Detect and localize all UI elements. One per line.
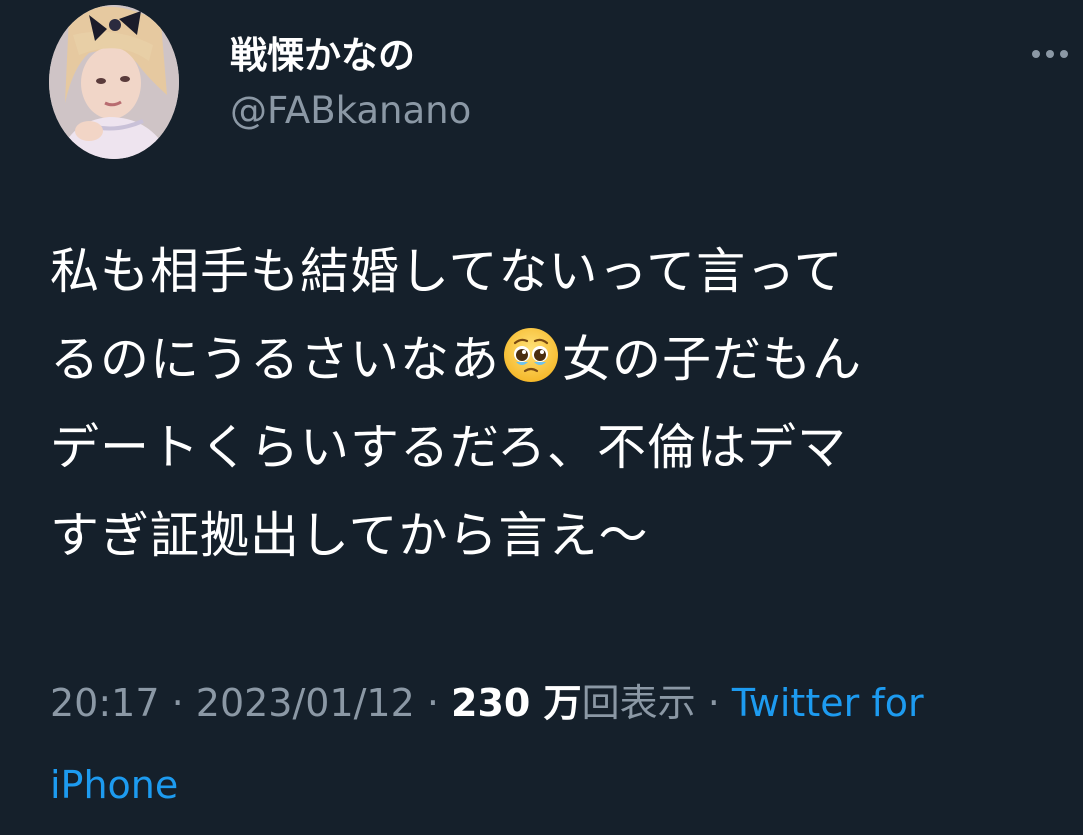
tweet-meta: 20:17 · 2023/01/12 · 230 万回表示 · Twitter … [50,662,1030,826]
display-name[interactable]: 戦慄かなの [230,32,415,80]
avatar[interactable] [49,5,179,159]
meta-separator: · [695,681,732,725]
tweet-text-segment: るのにうるさいなあ [50,331,501,388]
tweet-text-line: 私も相手も結婚してないって言って [50,243,844,300]
tweet-detail: 戦慄かなの @FABkanano 私も相手も結婚してないって言って るのにうるさ… [0,0,1083,835]
views-label: 回表示 [581,681,696,725]
tweet-text-segment: 女の子だもん [562,331,863,388]
tweet-text: 私も相手も結婚してないって言って るのにうるさいなあ 女の子だもん デートくらい… [50,228,1050,580]
tweet-time[interactable]: 20:17 [50,681,160,725]
user-handle[interactable]: @FABkanano [230,86,471,136]
views-count[interactable]: 230 万 [451,681,582,725]
more-horizontal-icon[interactable] [1026,40,1074,68]
pleading-face-emoji-icon [502,324,560,382]
tweet-text-line: デートくらいするだろ、不倫はデマ [50,419,848,476]
meta-separator: · [414,681,452,725]
tweet-date[interactable]: 2023/01/12 [196,681,415,725]
meta-separator: · [159,681,196,725]
tweet-text-line: すぎ証拠出してから言え〜 [50,507,649,564]
tweet-text-line: るのにうるさいなあ 女の子だもん [50,316,1050,404]
